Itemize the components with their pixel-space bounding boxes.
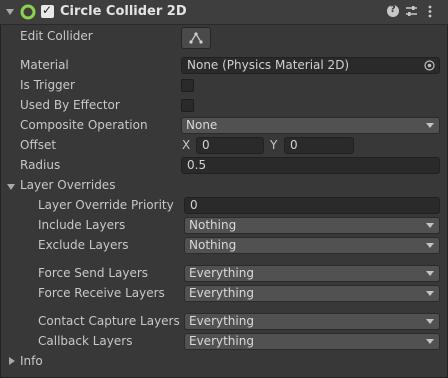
enabled-checkbox[interactable]: ✓ xyxy=(41,3,54,18)
object-picker-button[interactable] xyxy=(420,57,440,74)
dropdown-arrow-icon xyxy=(426,223,434,228)
used-by-effector-checkbox[interactable] xyxy=(181,99,194,112)
exclude-layers-dropdown[interactable]: Nothing xyxy=(184,237,440,254)
include-layers-value: Nothing xyxy=(189,218,237,232)
offset-y-field[interactable]: 0 xyxy=(284,137,354,154)
offset-y-label[interactable]: Y xyxy=(270,138,277,152)
force-send-layers-value: Everything xyxy=(189,266,254,280)
layer-overrides-foldout-icon[interactable] xyxy=(7,184,15,190)
offset-x-value: 0 xyxy=(202,138,210,152)
dropdown-arrow-icon xyxy=(426,243,434,248)
contact-capture-layers-label: Contact Capture Layers xyxy=(38,314,180,328)
composite-operation-dropdown[interactable]: None xyxy=(181,117,440,134)
contact-capture-layers-dropdown[interactable]: Everything xyxy=(184,313,440,330)
dropdown-arrow-icon xyxy=(426,291,434,296)
include-layers-label: Include Layers xyxy=(38,218,126,232)
circle-collider-icon xyxy=(20,4,36,20)
force-send-layers-dropdown[interactable]: Everything xyxy=(184,265,440,282)
force-send-layers-label: Force Send Layers xyxy=(38,266,149,280)
offset-label: Offset xyxy=(20,138,57,152)
offset-x-label[interactable]: X xyxy=(182,138,190,152)
exclude-layers-value: Nothing xyxy=(189,238,237,252)
is-trigger-checkbox[interactable] xyxy=(181,79,194,92)
checkmark-icon: ✓ xyxy=(42,3,53,17)
dropdown-arrow-icon xyxy=(426,123,434,128)
radius-label: Radius xyxy=(20,158,61,172)
used-by-effector-label: Used By Effector xyxy=(20,98,120,112)
callback-layers-label: Callback Layers xyxy=(38,334,133,348)
edit-collider-icon xyxy=(189,32,203,44)
radius-value: 0.5 xyxy=(187,158,207,172)
edit-collider-label: Edit Collider xyxy=(20,29,93,43)
include-layers-dropdown[interactable]: Nothing xyxy=(184,217,440,234)
layer-overrides-header[interactable]: Layer Overrides xyxy=(20,178,115,192)
force-receive-layers-dropdown[interactable]: Everything xyxy=(184,285,440,302)
layer-override-priority-label: Layer Override Priority xyxy=(38,198,174,212)
radius-field[interactable]: 0.5 xyxy=(181,157,440,174)
edit-collider-button[interactable] xyxy=(181,27,211,49)
composite-operation-value: None xyxy=(186,118,218,132)
dropdown-arrow-icon xyxy=(426,319,434,324)
layer-override-priority-value: 0 xyxy=(190,198,198,212)
more-menu-icon[interactable] xyxy=(427,5,433,18)
help-icon[interactable]: ? xyxy=(387,4,399,17)
layer-override-priority-field[interactable]: 0 xyxy=(184,197,440,214)
force-receive-layers-label: Force Receive Layers xyxy=(38,286,165,300)
offset-y-value: 0 xyxy=(290,138,298,152)
exclude-layers-label: Exclude Layers xyxy=(38,238,129,252)
object-picker-icon xyxy=(424,60,435,71)
dropdown-arrow-icon xyxy=(426,271,434,276)
presets-icon[interactable] xyxy=(405,5,418,18)
component-title: Circle Collider 2D xyxy=(60,4,187,19)
info-header[interactable]: Info xyxy=(20,354,43,368)
is-trigger-label: Is Trigger xyxy=(20,78,75,92)
material-value: None (Physics Material 2D) xyxy=(187,58,350,72)
info-foldout-icon[interactable] xyxy=(9,357,15,365)
dropdown-arrow-icon xyxy=(426,339,434,344)
force-receive-layers-value: Everything xyxy=(189,286,254,300)
callback-layers-dropdown[interactable]: Everything xyxy=(184,333,440,350)
material-field[interactable]: None (Physics Material 2D) xyxy=(181,57,440,74)
composite-operation-label: Composite Operation xyxy=(20,118,148,132)
callback-layers-value: Everything xyxy=(189,334,254,348)
collapse-arrow-icon[interactable] xyxy=(6,9,14,15)
contact-capture-layers-value: Everything xyxy=(189,314,254,328)
material-label: Material xyxy=(20,58,69,72)
offset-x-field[interactable]: 0 xyxy=(196,137,264,154)
